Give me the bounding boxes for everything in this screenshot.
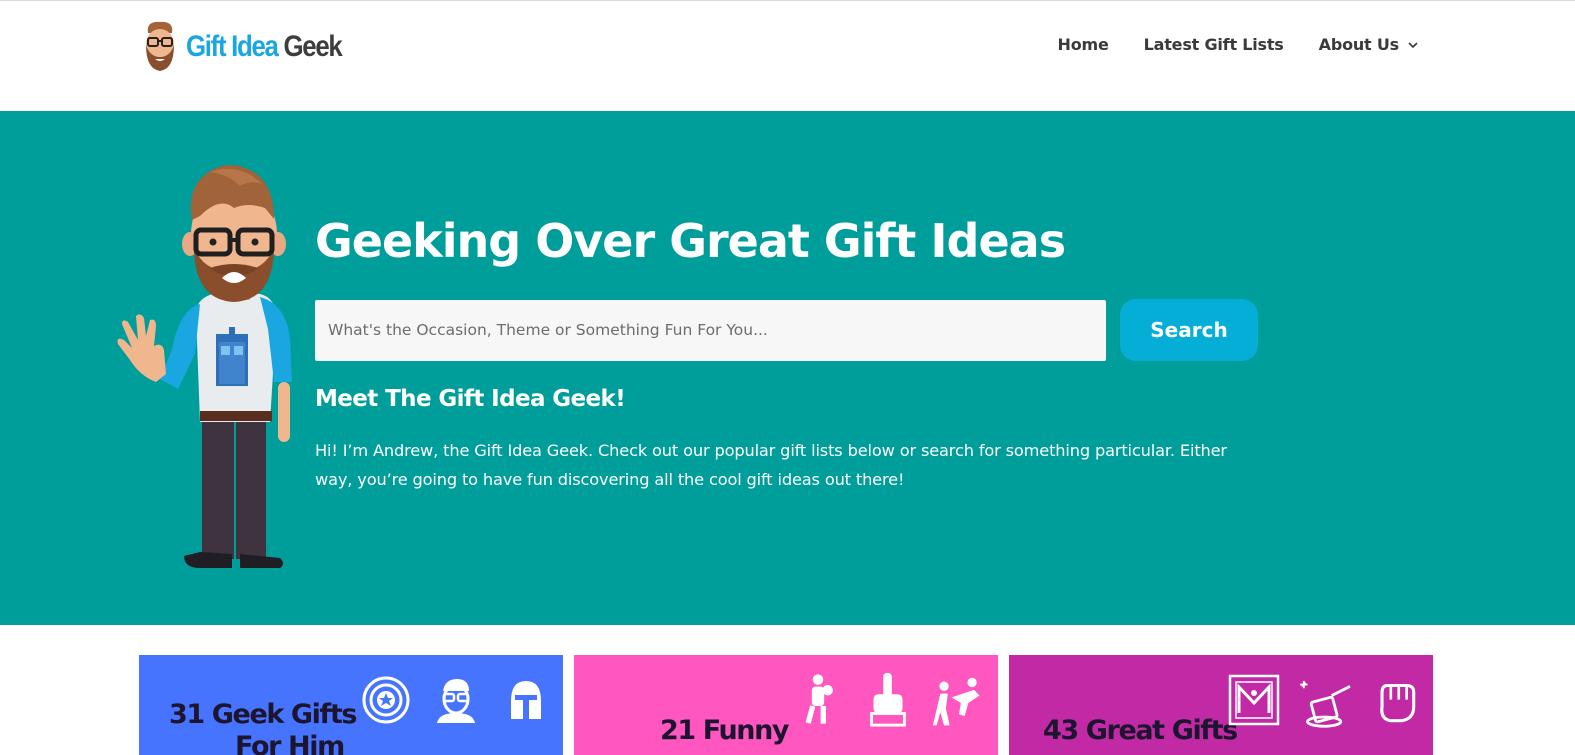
hero-intro-text: Hi! I’m Andrew, the Gift Idea Geek. Chec…: [315, 441, 1227, 489]
ornate-card-icon: [1228, 674, 1280, 726]
gift-card-funny[interactable]: 21 Funny: [574, 655, 998, 755]
site-header: Gift Idea Geek Home Latest Gift Lists Ab…: [0, 1, 1575, 111]
logo-wordmark: Gift Idea Geek: [186, 30, 343, 64]
hero-title: Geeking Over Great Gift Ideas: [315, 214, 1066, 268]
card-title-line2: For Him: [235, 731, 345, 755]
middle-finger-icon: [870, 672, 906, 727]
gift-list-cards: 31 Geek Gifts For Him 21 Funny 43 Great …: [0, 625, 1575, 755]
logo-text-primary: Gift Idea: [186, 30, 279, 63]
site-logo[interactable]: Gift Idea Geek: [140, 18, 367, 76]
gift-card-geek-gifts[interactable]: 31 Geek Gifts For Him: [139, 655, 563, 755]
nav-about-us[interactable]: About Us: [1319, 35, 1419, 54]
gift-card-great-gifts[interactable]: 43 Great Gifts: [1009, 655, 1433, 755]
card-title-line1: 21 Funny: [660, 715, 790, 746]
geek-mascot-illustration: [117, 165, 292, 568]
chevron-down-icon: [1408, 41, 1418, 48]
hero-section: Geeking Over Great Gift Ideas What's the…: [0, 111, 1575, 625]
fighting-icon: [932, 677, 980, 726]
nav-latest-label: Latest Gift Lists: [1143, 35, 1284, 54]
card-title-line1: 43 Great Gifts: [1043, 715, 1238, 746]
logo-text-secondary: Geek: [283, 30, 342, 63]
card-title-line1: 31 Geek Gifts: [169, 699, 357, 730]
search-input[interactable]: What's the Occasion, Theme or Something …: [315, 300, 1106, 361]
geek-avatar-icon: [146, 21, 174, 71]
search-button-label: Search: [1150, 318, 1228, 342]
nav-latest-gift-lists[interactable]: Latest Gift Lists: [1144, 35, 1284, 54]
main-nav: Home Latest Gift Lists About Us: [1058, 35, 1419, 54]
nerd-face-icon: [437, 679, 475, 723]
search-button[interactable]: Search: [1120, 299, 1258, 361]
mandalorian-helmet-icon: [511, 681, 541, 719]
hero-subtitle: Meet The Gift Idea Geek!: [315, 386, 626, 412]
magic-hat-icon: [1300, 680, 1351, 728]
captain-shield-icon: [362, 676, 410, 724]
nav-home[interactable]: Home: [1058, 35, 1109, 54]
fist-icon: [1380, 683, 1416, 723]
boxer-icon: [805, 674, 833, 724]
nav-home-label: Home: [1057, 35, 1109, 54]
nav-about-label: About Us: [1318, 35, 1400, 54]
